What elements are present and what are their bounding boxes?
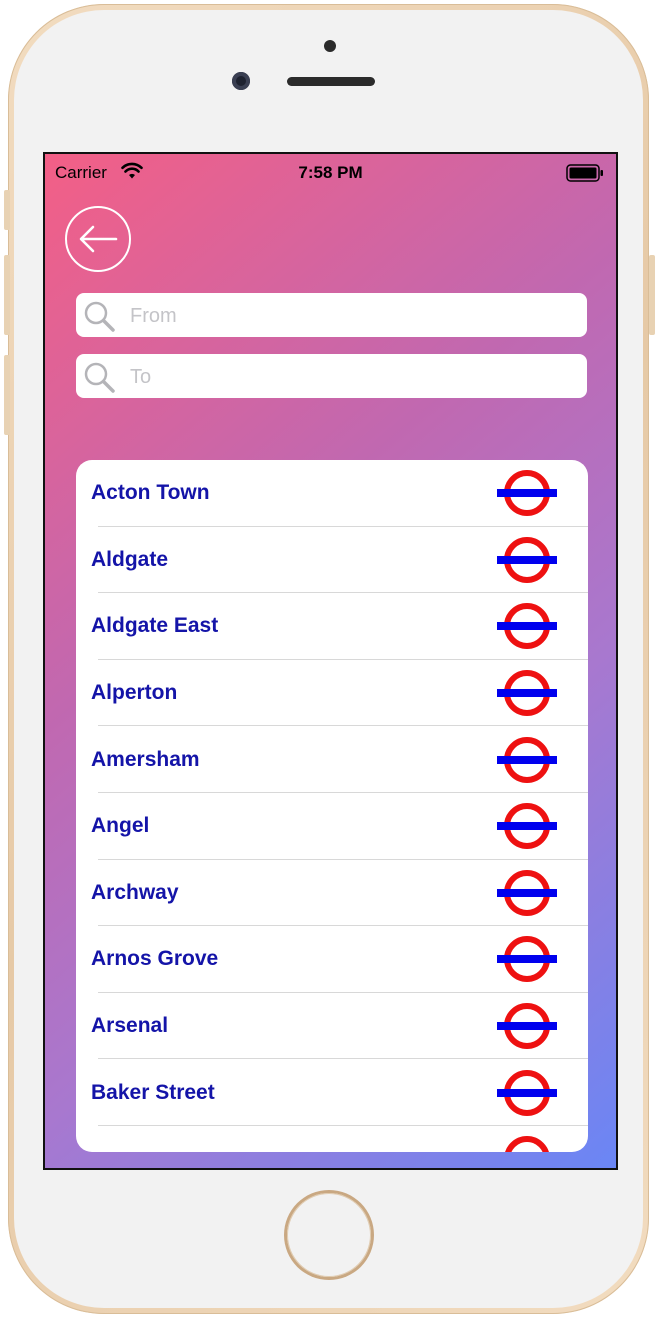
station-name: Alperton	[91, 681, 178, 705]
underground-roundel-icon	[497, 869, 557, 916]
underground-roundel-icon	[497, 936, 557, 983]
station-name: Arsenal	[91, 1014, 169, 1038]
list-item[interactable]: Baker Street	[76, 1059, 588, 1126]
volume-down-button	[4, 355, 10, 435]
underground-roundel-icon	[497, 1069, 557, 1116]
volume-up-button	[4, 255, 10, 335]
station-name: Aldgate East	[91, 614, 219, 638]
station-name: Amersham	[91, 747, 200, 771]
power-button	[649, 255, 655, 335]
underground-roundel-icon	[497, 803, 557, 850]
battery-icon	[566, 164, 603, 182]
search-icon	[84, 301, 115, 332]
from-search-field[interactable]	[76, 293, 587, 339]
station-name: Angel	[91, 814, 150, 838]
home-button[interactable]	[287, 1193, 371, 1277]
list-item[interactable]: Amersham	[76, 726, 588, 793]
list-item[interactable]: Arsenal	[76, 993, 588, 1060]
proximity-sensor	[324, 40, 336, 52]
underground-roundel-icon	[497, 603, 557, 650]
list-item[interactable]: Acton Town	[76, 460, 588, 527]
list-item[interactable]: Archway	[76, 860, 588, 927]
station-name: Arnos Grove	[91, 947, 219, 971]
station-name: Aldgate	[91, 547, 169, 571]
list-item[interactable]: Alperton	[76, 660, 588, 727]
station-name: Acton Town	[91, 481, 210, 505]
search-icon	[84, 362, 115, 393]
underground-roundel-icon	[497, 1003, 557, 1050]
station-list[interactable]: Acton Town Aldgate Aldgate East Alperton Ame…	[76, 460, 588, 1152]
back-button[interactable]	[65, 206, 131, 272]
underground-roundel-icon	[497, 736, 557, 783]
to-search-field[interactable]	[76, 354, 587, 400]
mute-switch	[4, 190, 10, 230]
back-arrow-icon	[79, 225, 118, 253]
underground-roundel-icon	[497, 470, 557, 517]
status-bar: Carrier 7:58 PM	[45, 154, 616, 192]
underground-roundel-icon	[497, 670, 557, 717]
list-item[interactable]: Aldgate	[76, 527, 588, 594]
list-item[interactable]: Aldgate East	[76, 593, 588, 660]
earpiece-speaker	[287, 77, 375, 86]
list-item[interactable]	[76, 1126, 588, 1152]
app-screen: Carrier 7:58 PM Acton TownAldgat	[43, 152, 618, 1170]
station-name: Baker Street	[91, 1080, 215, 1104]
list-item[interactable]: Arnos Grove	[76, 926, 588, 993]
status-time: 7:58 PM	[298, 163, 363, 182]
list-item[interactable]: Angel	[76, 793, 588, 860]
station-name: Archway	[91, 880, 179, 904]
to-input[interactable]	[128, 354, 572, 400]
underground-roundel-icon	[505, 1136, 549, 1152]
from-input[interactable]	[128, 293, 572, 339]
front-camera	[232, 72, 250, 90]
underground-roundel-icon	[497, 536, 557, 583]
